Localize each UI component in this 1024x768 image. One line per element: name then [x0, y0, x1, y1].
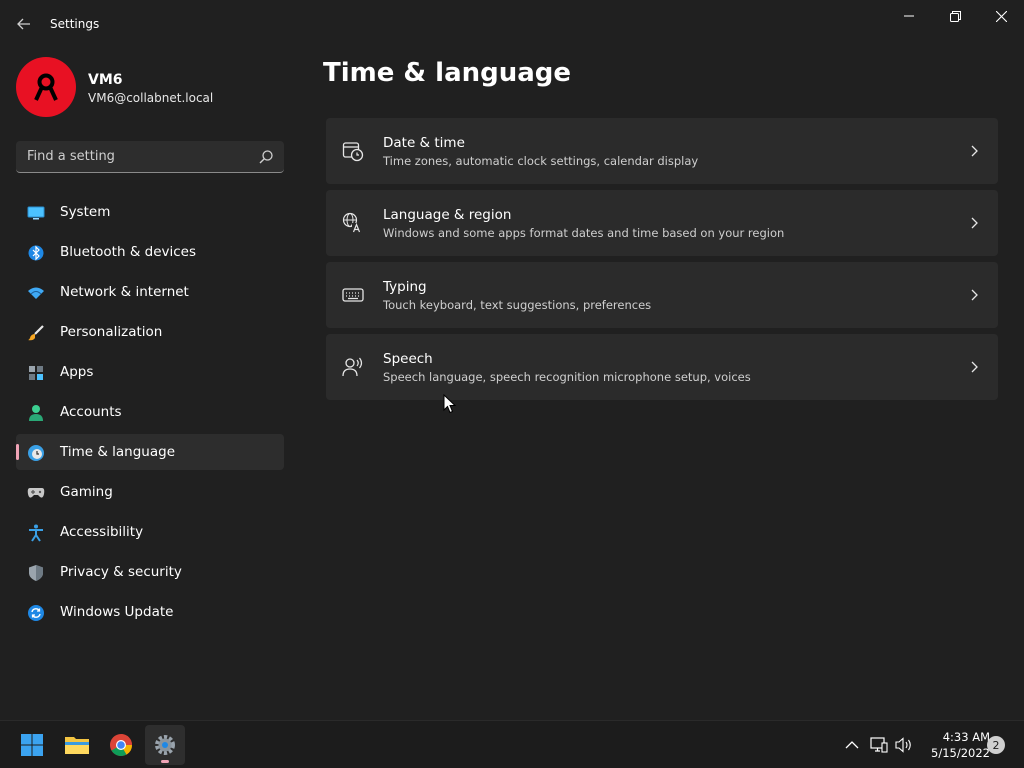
sidebar-item-label: Time & language	[60, 444, 176, 460]
user-avatar-icon	[34, 73, 58, 101]
chrome-icon	[110, 734, 132, 756]
clock-date: 5/15/2022	[931, 746, 990, 760]
user-profile[interactable]: VM6 VM6@collabnet.local	[16, 57, 286, 117]
taskbar-chrome[interactable]	[101, 725, 141, 765]
start-button[interactable]	[12, 725, 52, 765]
keyboard-icon	[342, 288, 364, 302]
gamepad-icon	[27, 484, 45, 502]
sidebar-item-accessibility[interactable]: Accessibility	[16, 514, 284, 550]
clock-time: 4:33 AM	[942, 730, 990, 744]
card-typing[interactable]: Typing Touch keyboard, text suggestions,…	[326, 262, 998, 328]
tray-volume[interactable]	[894, 735, 914, 755]
avatar	[16, 57, 76, 117]
card-description: Touch keyboard, text suggestions, prefer…	[383, 298, 652, 312]
chevron-right-icon	[971, 361, 978, 373]
start-icon	[21, 734, 43, 756]
settings-cards: Date & time Time zones, automatic clock …	[326, 118, 998, 406]
card-language-region[interactable]: Language & region Windows and some apps …	[326, 190, 998, 256]
file-explorer-icon	[65, 737, 89, 754]
notification-badge[interactable]: 2	[987, 736, 1005, 754]
page-title: Time & language	[323, 58, 572, 88]
network-icon	[870, 737, 888, 753]
card-title: Date & time	[383, 135, 465, 151]
card-description: Windows and some apps format dates and t…	[383, 226, 785, 240]
sidebar-item-label: Privacy & security	[60, 564, 182, 580]
sidebar-item-label: Network & internet	[60, 284, 189, 300]
minimize-button[interactable]	[886, 0, 932, 32]
sidebar-item-windows-update[interactable]: Windows Update	[16, 594, 284, 630]
settings-icon	[155, 735, 175, 755]
accessibility-icon	[27, 524, 45, 542]
chevron-up-icon	[845, 741, 859, 749]
search-input[interactable]	[16, 141, 246, 172]
sidebar-item-label: Personalization	[60, 324, 163, 340]
sidebar-item-network[interactable]: Network & internet	[16, 274, 284, 310]
chevron-right-icon	[971, 289, 978, 301]
back-button[interactable]	[12, 10, 36, 38]
calendar-clock-icon	[342, 142, 364, 162]
arrow-left-icon	[17, 18, 30, 30]
profile-name: VM6	[88, 72, 123, 88]
sidebar-item-system[interactable]: System	[16, 194, 284, 230]
speech-icon	[342, 357, 363, 377]
maximize-button[interactable]	[932, 0, 978, 32]
sidebar-item-gaming[interactable]: Gaming	[16, 474, 284, 510]
card-description: Time zones, automatic clock settings, ca…	[383, 154, 699, 168]
sidebar-item-apps[interactable]: Apps	[16, 354, 284, 390]
sidebar-item-personalization[interactable]: Personalization	[16, 314, 284, 350]
tray-overflow-button[interactable]	[842, 735, 862, 755]
taskbar-clock[interactable]: 4:33 AM 5/15/2022	[920, 729, 990, 761]
app-title: Settings	[50, 17, 100, 31]
card-title: Speech	[383, 351, 433, 367]
card-title: Typing	[383, 279, 427, 295]
search-icon[interactable]	[258, 149, 274, 165]
close-icon	[995, 10, 1007, 22]
sidebar-item-label: Accounts	[60, 404, 122, 420]
sidebar-item-label: System	[60, 204, 111, 220]
profile-email: VM6@collabnet.local	[88, 91, 214, 105]
sidebar-nav: System Bluetooth & devices Network & int…	[16, 194, 284, 634]
taskbar: 4:33 AM 5/15/2022 2	[0, 720, 1024, 768]
language-icon	[342, 212, 363, 233]
shield-icon	[27, 564, 45, 582]
globe-clock-icon	[27, 444, 45, 462]
tray-network[interactable]	[869, 735, 889, 755]
update-icon	[27, 604, 45, 622]
title-bar: Settings	[0, 0, 1024, 48]
monitor-icon	[27, 204, 45, 222]
minimize-icon	[904, 15, 914, 17]
wifi-icon	[27, 284, 45, 302]
card-date-time[interactable]: Date & time Time zones, automatic clock …	[326, 118, 998, 184]
sidebar-item-label: Windows Update	[60, 604, 174, 620]
card-description: Speech language, speech recognition micr…	[383, 370, 751, 384]
mouse-cursor-icon	[443, 394, 457, 414]
taskbar-settings[interactable]	[145, 725, 185, 765]
sidebar-item-privacy[interactable]: Privacy & security	[16, 554, 284, 590]
apps-icon	[27, 364, 45, 382]
brush-icon	[27, 324, 45, 342]
search-box[interactable]	[16, 141, 284, 173]
sidebar-item-time-language[interactable]: Time & language	[16, 434, 284, 470]
sidebar-item-accounts[interactable]: Accounts	[16, 394, 284, 430]
bluetooth-icon	[27, 244, 45, 262]
restore-icon	[949, 10, 961, 22]
sidebar-item-label: Gaming	[60, 484, 113, 500]
taskbar-file-explorer[interactable]	[57, 725, 97, 765]
chevron-right-icon	[971, 145, 978, 157]
close-button[interactable]	[978, 0, 1024, 32]
card-title: Language & region	[383, 207, 512, 223]
sidebar-item-bluetooth[interactable]: Bluetooth & devices	[16, 234, 284, 270]
sidebar-item-label: Accessibility	[60, 524, 144, 540]
person-icon	[27, 404, 45, 422]
card-speech[interactable]: Speech Speech language, speech recogniti…	[326, 334, 998, 400]
chevron-right-icon	[971, 217, 978, 229]
sidebar-item-label: Bluetooth & devices	[60, 244, 197, 260]
sidebar-item-label: Apps	[60, 364, 94, 380]
volume-icon	[895, 737, 911, 753]
